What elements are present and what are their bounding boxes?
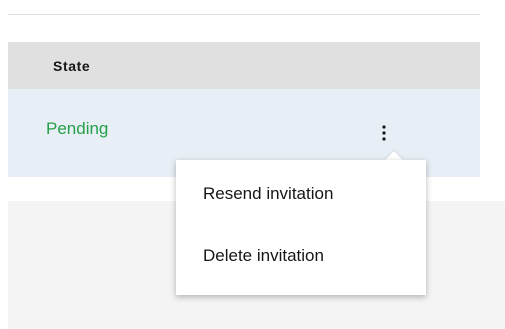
divider — [8, 14, 480, 15]
menu-item-resend-invitation[interactable]: Resend invitation — [176, 168, 426, 226]
overflow-menu: Resend invitation Delete invitation — [176, 160, 426, 295]
status-pending: Pending — [46, 119, 109, 138]
invitations-view: State Pending Resend invitation Delete i… — [0, 0, 505, 329]
menu-item-delete-invitation[interactable]: Delete invitation — [176, 226, 426, 286]
overflow-menu-vertical-icon — [382, 125, 386, 141]
invitations-table: State Pending — [8, 42, 480, 177]
table-header: State — [8, 42, 480, 89]
overflow-menu-button[interactable] — [368, 113, 400, 153]
column-header-state: State — [53, 57, 91, 74]
